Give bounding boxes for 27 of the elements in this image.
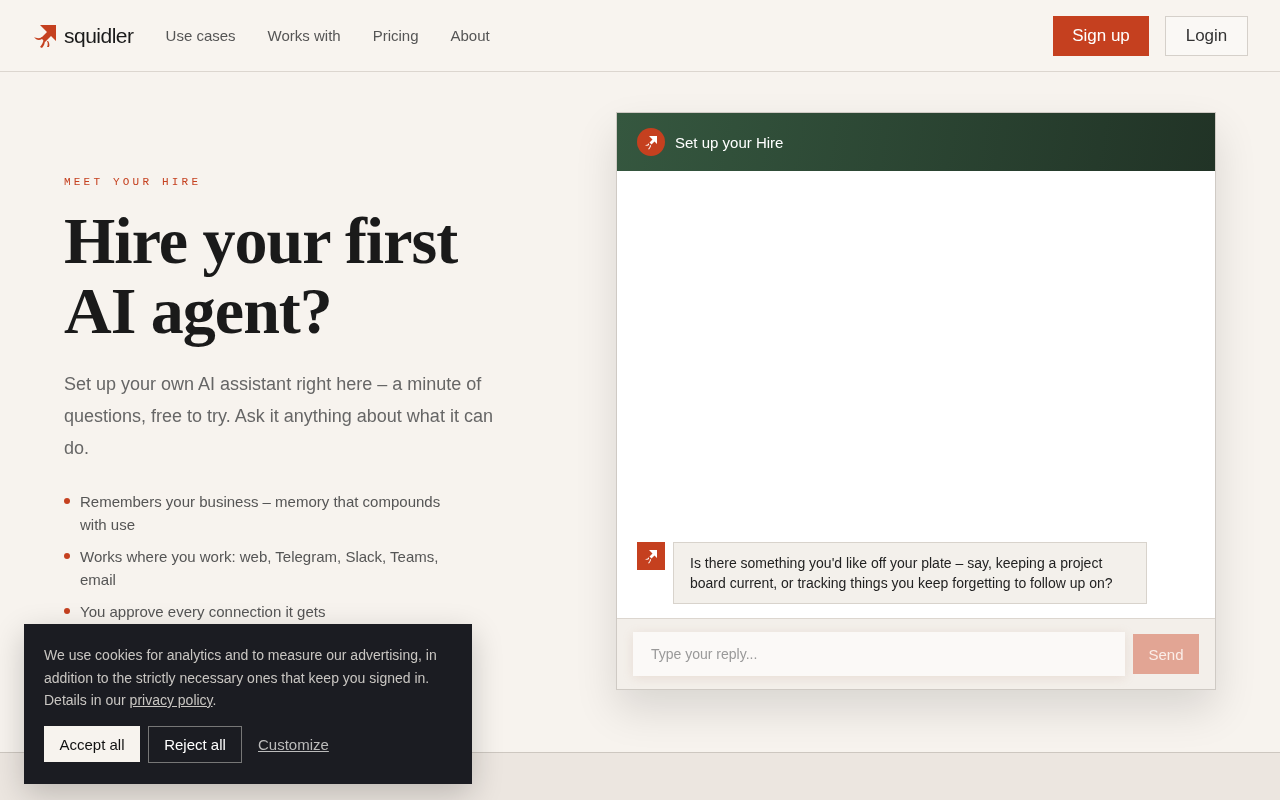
nav-link[interactable]: Use cases — [165, 27, 236, 44]
reject-all-button[interactable]: Reject all — [148, 725, 242, 763]
cookie-text: We use cookies for analytics and to measure our advertising, in addition to the strictly necessary ones that keep you signed in. Details in our privacy policy. — [44, 646, 438, 710]
login-button[interactable]: Login — [1165, 15, 1248, 56]
intro-paragraph: Set up your own AI assistant right here – a minute of questions, free to try. Ask it anything about what it can do. — [64, 373, 494, 460]
avatar-icon — [637, 128, 665, 156]
avatar-icon — [637, 542, 665, 570]
eyebrow-label: MEET YOUR HIRE — [64, 176, 203, 188]
hero-heading: Hire your first AI agent? — [64, 206, 459, 346]
customize-link[interactable]: Customize — [258, 735, 329, 753]
brand-name[interactable]: squidler — [64, 23, 134, 48]
nav-link[interactable]: About — [450, 27, 490, 44]
bullet-dot-icon — [64, 608, 70, 614]
nav-link[interactable]: Works with — [267, 27, 341, 44]
message-bubble: Is there something you'd like off your plate – say, keeping a project board current, or tracking things you keep forgetting to follow up on? — [673, 542, 1147, 604]
privacy-policy-link[interactable]: privacy policy — [129, 692, 213, 708]
logo-icon[interactable] — [32, 22, 58, 49]
bullet-dot-icon — [64, 553, 70, 559]
chat-title: Set up your Hire — [675, 133, 784, 151]
feature-text: Works where you work: web, Telegram, Slack, Teams, email — [80, 547, 440, 590]
feature-text: Remembers your business – memory that compounds with use — [80, 492, 442, 535]
accept-all-button[interactable]: Accept all — [44, 726, 140, 762]
nav-link[interactable]: Pricing — [372, 27, 419, 44]
bullet-dot-icon — [64, 498, 70, 504]
reply-input[interactable]: Type your reply... — [633, 632, 1125, 676]
sign-up-button[interactable]: Sign up — [1053, 15, 1149, 56]
feature-text: You approve every connection it gets — [80, 602, 326, 622]
